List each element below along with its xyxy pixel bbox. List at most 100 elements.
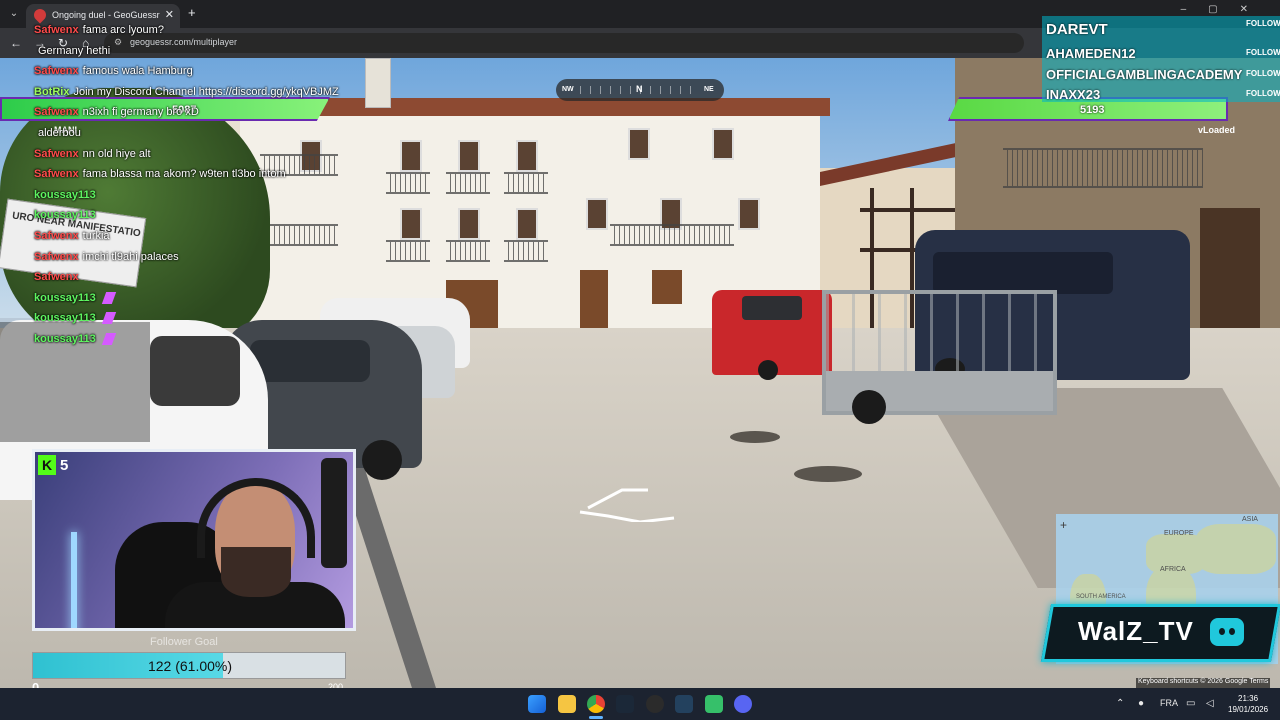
chat-message: Safwenx imchi tl9ahi palaces — [34, 251, 179, 263]
follow-label: FOLLOW — [1246, 69, 1280, 78]
chat-message: alderbou — [34, 127, 81, 139]
discord-icon — [1210, 618, 1244, 646]
metal-trailer — [822, 290, 1057, 424]
start-icon[interactable] — [528, 695, 546, 713]
chat-username[interactable]: Safwenx — [34, 106, 79, 118]
follower-goal-bar: 122 (61.00%) — [32, 652, 346, 679]
zoom-in-button[interactable]: + — [1060, 518, 1067, 532]
chat-text: nn old hiye alt — [82, 147, 151, 160]
chrome-icon[interactable] — [587, 695, 605, 713]
chat-username[interactable]: Safwenx — [34, 24, 79, 36]
steam-alt-icon[interactable] — [675, 695, 693, 713]
stream-chat: Safwenx fama arc lyoum? Germany hethi Safwe… — [0, 20, 380, 420]
chat-username[interactable]: koussay113 — [34, 209, 96, 221]
system-clock[interactable]: 21:36 19/01/2026 — [1228, 693, 1268, 715]
chat-message: Safwenx turkia — [34, 230, 110, 242]
discord-taskbar-icon[interactable] — [734, 695, 752, 713]
chat-username[interactable]: Safwenx — [34, 251, 79, 263]
map-label-africa: AFRICA — [1160, 566, 1186, 573]
chat-username[interactable]: Safwenx — [34, 230, 79, 242]
manhole-cover — [794, 466, 862, 482]
compass-north: N — [636, 84, 643, 94]
webcam-feed — [32, 449, 356, 631]
red-pickup-truck — [712, 290, 832, 380]
chat-username[interactable]: koussay113 — [34, 189, 96, 201]
chat-text: Germany hethi — [38, 44, 111, 57]
chat-username[interactable]: koussay113 — [34, 312, 96, 324]
follow-label: FOLLOW — [1246, 48, 1280, 57]
manhole-cover — [730, 431, 780, 443]
chat-emote-icon — [101, 312, 116, 325]
move-arrow-icon[interactable] — [578, 486, 678, 522]
chat-username[interactable]: koussay113 — [34, 292, 96, 304]
chat-username[interactable]: Safwenx — [34, 271, 79, 283]
tab-title: Ongoing duel - GeoGuessr — [52, 10, 160, 20]
chat-username[interactable]: koussay113 — [34, 333, 96, 345]
headset-icon — [197, 478, 315, 558]
window-controls[interactable]: –▢✕ — [1181, 4, 1270, 15]
compass[interactable]: NW N NE — [556, 79, 724, 101]
chat-message: koussay113 — [34, 333, 116, 346]
player-right-score: 5193 — [1080, 104, 1105, 116]
chat-message: Safwenx nn old hiye alt — [34, 148, 151, 160]
clock-time: 21:36 — [1238, 694, 1259, 703]
chat-username[interactable]: Safwenx — [34, 168, 79, 180]
chat-emote-icon — [101, 333, 116, 346]
chat-text: fama arc lyoum? — [82, 24, 164, 36]
chat-emote-icon — [101, 291, 116, 304]
chat-message: Safwenx famous wala Hamburg — [34, 65, 193, 77]
chat-message: Germany hethi — [34, 45, 110, 57]
follower-name: DAREVT — [1046, 21, 1108, 38]
follower-name: AHAMEDEN12 — [1046, 46, 1136, 61]
kick-logo-icon: K — [38, 455, 56, 475]
chat-message: Safwenx fama blassa ma akom? w9ten tl3bo … — [34, 168, 286, 180]
chat-message: Safwenx n3ixh fi germany bro xD — [34, 106, 199, 118]
chat-text: imchi tl9ahi palaces — [82, 250, 179, 263]
chat-text: fama blassa ma akom? w9ten tl3bo intom — [82, 168, 286, 181]
streaming-app-icon[interactable] — [705, 695, 723, 713]
chat-message: koussay113 — [34, 312, 116, 325]
chat-text: turkia — [82, 230, 110, 242]
steam-icon[interactable] — [616, 695, 634, 713]
chat-message: koussay113 — [34, 291, 116, 304]
chat-text: famous wala Hamburg — [82, 65, 193, 78]
follower-name: INAXX23 — [1046, 87, 1101, 102]
clock-date: 19/01/2026 — [1228, 705, 1269, 714]
tray-chevron-icon[interactable]: ⌃ — [1116, 698, 1124, 709]
follower-goal-progress: 122 (61.00%) — [147, 658, 233, 674]
map-label-europe: EUROPE — [1164, 530, 1194, 537]
file-explorer-icon[interactable] — [558, 695, 576, 713]
active-app-indicator — [589, 716, 603, 719]
chat-username[interactable]: BotRix — [34, 86, 69, 98]
chat-message: koussay113 — [34, 209, 100, 221]
new-tab-button[interactable]: + — [188, 5, 196, 20]
compass-ne: NE — [704, 86, 714, 93]
chat-username[interactable]: Safwenx — [34, 148, 79, 160]
player-right-name: vLoaded — [1198, 125, 1236, 135]
chat-text: alderbou — [38, 127, 81, 139]
microphone — [321, 458, 347, 568]
chat-message: Safwenx — [34, 271, 83, 283]
microphone-icon[interactable]: ● — [1138, 698, 1144, 709]
settings-icon[interactable] — [646, 695, 664, 713]
follow-label: FOLLOW — [1246, 19, 1280, 28]
map-label-asia: ASIA — [1242, 516, 1258, 523]
chat-message: Safwenx fama arc lyoum? — [34, 24, 164, 36]
map-footer[interactable]: Keyboard shortcuts © 2026 Google Terms — [1136, 678, 1271, 688]
network-icon[interactable]: ▭ — [1186, 698, 1195, 709]
chat-username[interactable]: Safwenx — [34, 65, 79, 77]
compass-nw: NW — [562, 86, 574, 93]
chat-text: n3ixh fi germany bro xD — [82, 106, 199, 119]
language-indicator[interactable]: FRA — [1160, 698, 1178, 708]
volume-icon[interactable]: ◁ — [1206, 698, 1214, 709]
chat-text: Join my Discord Channel https://discord.… — [73, 85, 339, 98]
recent-followers: DAREVT FOLLOW AHAMEDEN12 FOLLOW OFFICIAL… — [1042, 16, 1280, 102]
chat-message: BotRix Join my Discord Channel https://di… — [34, 86, 339, 98]
viewer-count: 5 — [60, 457, 69, 474]
chat-message: koussay113 — [34, 189, 100, 201]
map-label-south-america: SOUTH AMERICA — [1076, 594, 1126, 600]
follower-name: OFFICIALGAMBLINGACADEMY — [1046, 67, 1243, 82]
follow-label: FOLLOW — [1246, 89, 1280, 98]
follower-goal-label: Follower Goal — [150, 636, 218, 648]
windows-taskbar: ⌃ ● FRA ▭ ◁ 21:36 19/01/2026 — [0, 688, 1280, 720]
